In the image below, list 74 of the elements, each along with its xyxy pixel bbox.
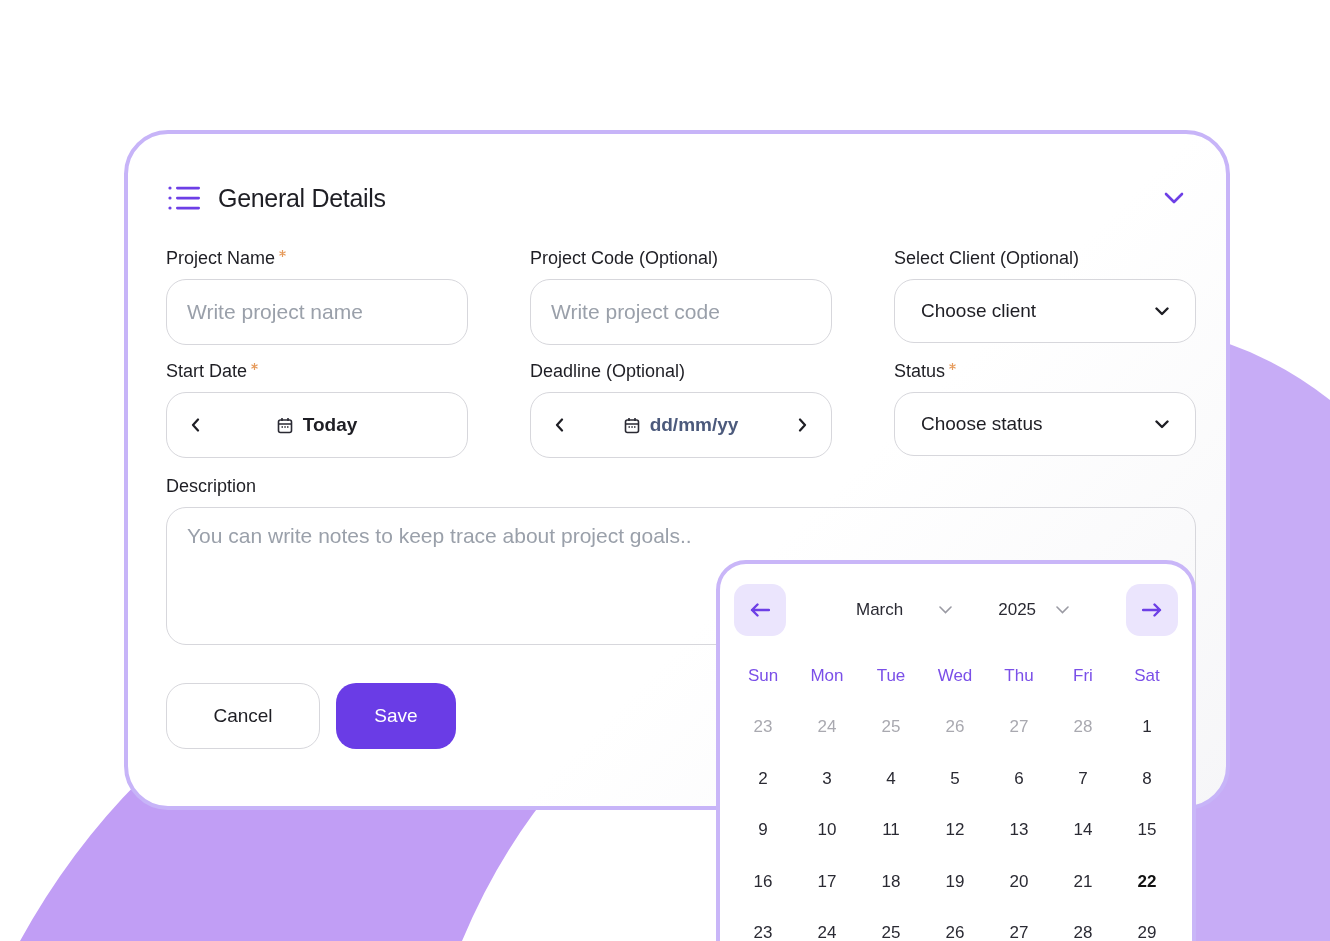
dropdown-field[interactable]: Choose client (894, 279, 1196, 343)
chevron-down-icon (939, 606, 953, 614)
calendar-day[interactable]: 7 (1051, 753, 1115, 805)
next-month-button[interactable] (1126, 584, 1178, 636)
calendar-day[interactable]: 9 (731, 804, 795, 856)
calendar-day[interactable]: 16 (731, 856, 795, 908)
field-label: Status (894, 361, 946, 382)
chevron-down-icon (1056, 606, 1070, 614)
calendar-day[interactable]: 15 (1115, 804, 1179, 856)
calendar-day[interactable]: 8 (1115, 753, 1179, 805)
calendar-day[interactable]: 27 (987, 907, 1051, 941)
weekday-label: Sat (1133, 664, 1161, 687)
calendar-day[interactable]: 22 (1115, 856, 1179, 908)
calendar-day[interactable]: 23 (731, 907, 795, 941)
calendar-day[interactable]: 21 (1051, 856, 1115, 908)
weekday-label: Thu (1003, 664, 1035, 687)
calendar-day[interactable]: 10 (795, 804, 859, 856)
calendar-day[interactable]: 5 (923, 753, 987, 805)
calendar-icon (623, 416, 640, 434)
field-label: Project Code (Optional) (530, 248, 719, 269)
date-placeholder: dd/mm/yy (649, 414, 739, 436)
list-icon (168, 186, 200, 210)
save-button[interactable]: Save (336, 683, 456, 749)
weekday-label: Wed (936, 664, 974, 687)
field-label: Select Client (Optional) (894, 248, 1080, 269)
dropdown-field[interactable]: Choose status (894, 392, 1196, 456)
chevron-left-icon[interactable] (191, 418, 200, 432)
weekday-label: Tue (875, 664, 907, 687)
text-field[interactable]: Write project code (530, 279, 832, 345)
required-asterisk-icon (949, 363, 957, 370)
date-field[interactable]: dd/mm/yy (530, 392, 832, 458)
calendar-day[interactable]: 12 (923, 804, 987, 856)
calendar-day[interactable]: 24 (795, 907, 859, 941)
required-asterisk-icon (279, 250, 287, 257)
cancel-button[interactable]: Cancel (166, 683, 320, 749)
previous-month-button[interactable] (734, 584, 786, 636)
field-label: Project Name (166, 248, 276, 269)
chevron-down-icon[interactable] (1164, 192, 1184, 204)
calendar-day[interactable]: 14 (1051, 804, 1115, 856)
calendar-day[interactable]: 2 (731, 753, 795, 805)
calendar-day[interactable]: 18 (859, 856, 923, 908)
required-asterisk-icon (251, 363, 259, 370)
weekday-label: Fri (1072, 664, 1094, 687)
section-title: General Details (218, 183, 386, 213)
calendar-day[interactable]: 1 (1115, 701, 1179, 753)
calendar-icon (276, 416, 293, 434)
calendar-day[interactable]: 6 (987, 753, 1051, 805)
chevron-left-icon[interactable] (555, 418, 564, 432)
weekday-label: Sun (746, 664, 780, 687)
calendar-day[interactable]: 3 (795, 753, 859, 805)
chevron-down-icon (1155, 306, 1169, 316)
field-label: Deadline (Optional) (530, 361, 686, 382)
calendar-day[interactable]: 20 (987, 856, 1051, 908)
text-field[interactable]: Write project name (166, 279, 468, 345)
year-dropdown[interactable]: 2025 (998, 600, 1070, 620)
calendar-day[interactable]: 13 (987, 804, 1051, 856)
chevron-right-icon[interactable] (798, 418, 807, 432)
date-value: Today (302, 414, 358, 436)
calendar-day[interactable]: 29 (1115, 907, 1179, 941)
arrow-left-icon (750, 603, 770, 617)
calendar-day[interactable]: 25 (859, 907, 923, 941)
calendar-day[interactable]: 11 (859, 804, 923, 856)
calendar-day[interactable]: 17 (795, 856, 859, 908)
date-field[interactable]: Today (166, 392, 468, 458)
calendar-day[interactable]: 28 (1051, 907, 1115, 941)
field-label: Start Date (166, 361, 248, 382)
calendar-day[interactable]: 19 (923, 856, 987, 908)
arrow-right-icon (1142, 603, 1162, 617)
calendar-day[interactable]: 4 (859, 753, 923, 805)
calendar-day[interactable]: 26 (923, 907, 987, 941)
chevron-down-icon (1155, 419, 1169, 429)
field-label: Description (166, 476, 257, 497)
month-dropdown[interactable]: March (856, 600, 953, 620)
weekday-label: Mon (809, 664, 845, 687)
